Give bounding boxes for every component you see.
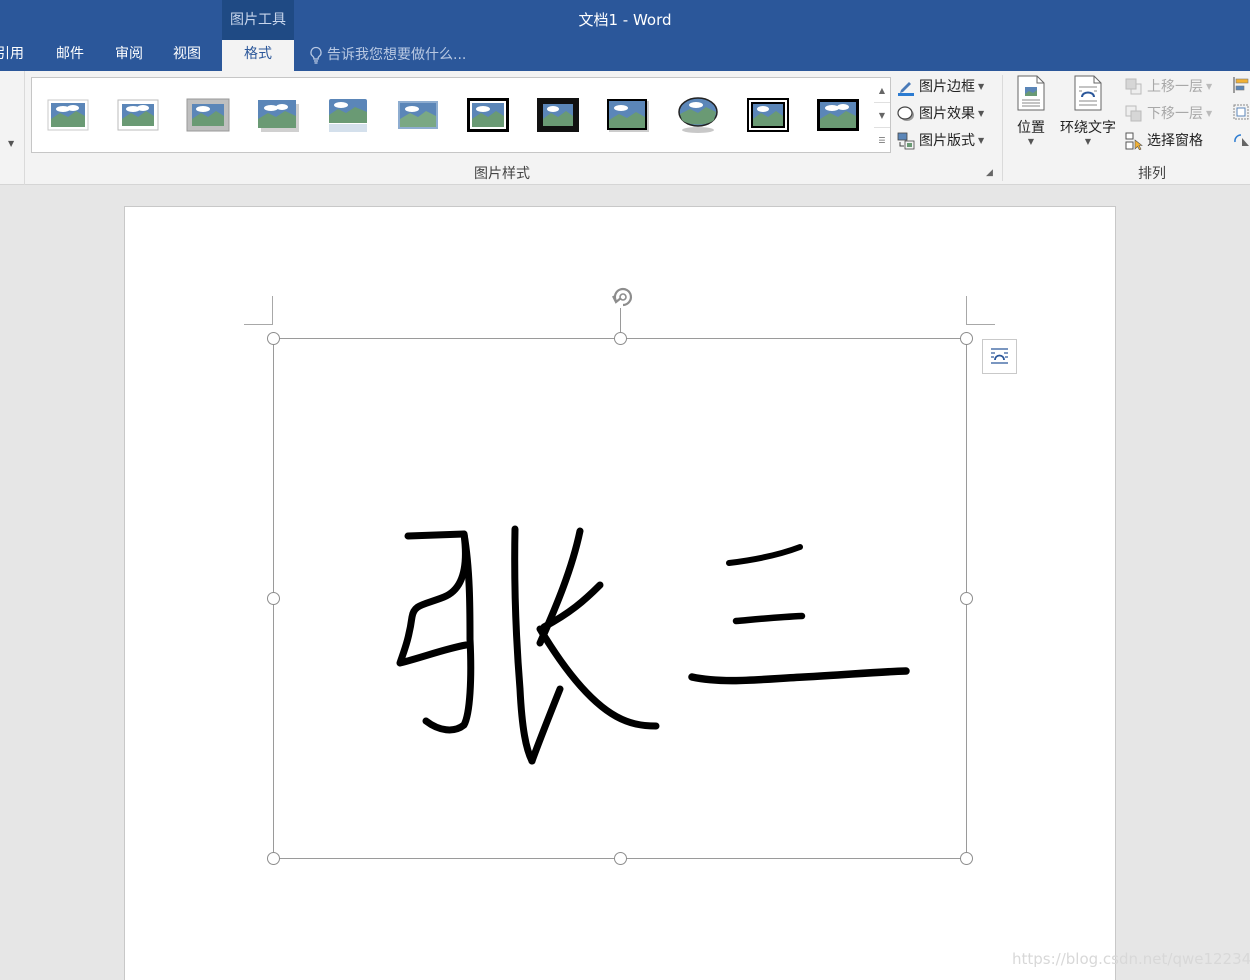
- send-backward-icon: [1125, 105, 1142, 122]
- position-button[interactable]: 位置 ▼: [1012, 75, 1050, 147]
- gallery-expand-icon[interactable]: ☰: [874, 128, 890, 153]
- wrap-text-label: 环绕文字: [1060, 120, 1116, 136]
- picture-styles-gallery: [31, 77, 875, 153]
- send-backward-label: 下移一层: [1147, 106, 1203, 122]
- position-icon: [1017, 75, 1045, 111]
- layout-options-icon: [991, 348, 1008, 364]
- send-backward-button[interactable]: 下移一层 ▼: [1125, 103, 1212, 125]
- tell-me-placeholder: 告诉我您想要做什么...: [327, 47, 467, 63]
- chevron-down-icon: ▼: [978, 109, 985, 118]
- group-separator: [1002, 75, 1003, 181]
- picture-style-12[interactable]: [816, 96, 860, 134]
- chevron-down-icon: ▼: [1084, 137, 1092, 146]
- gallery-scroll-control: ▲ ▼ ☰: [874, 77, 891, 153]
- picture-effects-icon: [897, 106, 914, 121]
- resize-handle-left[interactable]: [267, 592, 280, 605]
- tab-review[interactable]: 审阅: [115, 40, 143, 71]
- picture-layout-icon: [897, 132, 915, 150]
- position-label: 位置: [1017, 120, 1045, 136]
- picture-effects-label: 图片效果: [919, 106, 975, 122]
- tab-references[interactable]: 引用: [0, 40, 24, 71]
- wrap-text-button[interactable]: 环绕文字 ▼: [1058, 75, 1118, 147]
- picture-style-10[interactable]: [676, 96, 720, 134]
- picture-style-3[interactable]: [186, 96, 230, 134]
- chevron-down-icon: ▼: [1206, 82, 1213, 91]
- picture-style-9[interactable]: [606, 96, 650, 134]
- tab-format[interactable]: 格式: [222, 40, 294, 71]
- picture-effects-button[interactable]: 图片效果 ▼: [897, 103, 984, 125]
- resize-handle-bottom[interactable]: [614, 852, 627, 865]
- dialog-launcher-icon[interactable]: ◢: [986, 168, 993, 178]
- picture-layout-label: 图片版式: [919, 133, 975, 149]
- dropdown-arrow-icon[interactable]: ▼: [8, 139, 14, 148]
- resize-handle-top-right[interactable]: [960, 332, 973, 345]
- picture-style-4[interactable]: [256, 96, 300, 134]
- picture-style-7[interactable]: [466, 96, 510, 134]
- watermark-text: https://blog.csdn.net/qwe122343: [1012, 950, 1250, 968]
- picture-style-8[interactable]: [536, 96, 580, 134]
- align-icon[interactable]: [1232, 76, 1250, 94]
- gallery-scroll-down-icon[interactable]: ▼: [874, 103, 890, 128]
- picture-border-button[interactable]: 图片边框 ▼: [897, 76, 984, 98]
- ribbon: ▼ ▲ ▼ ☰ 图片边框 ▼ 图片效果 ▼ 图片版式 ▼ 图片样式 ◢ 位置 ▼…: [0, 71, 1250, 185]
- picture-style-5[interactable]: [326, 96, 370, 134]
- gallery-scroll-up-icon[interactable]: ▲: [874, 78, 890, 103]
- picture-style-11[interactable]: [746, 96, 790, 134]
- bring-forward-button[interactable]: 上移一层 ▼: [1125, 76, 1212, 98]
- rotate-handle-icon[interactable]: [607, 283, 639, 311]
- picture-styles-group-label: 图片样式: [474, 166, 530, 182]
- wrap-text-icon: [1074, 75, 1102, 111]
- chevron-down-icon: ▼: [978, 136, 985, 145]
- chevron-down-icon: ▼: [1027, 137, 1035, 146]
- rotate-objects-icon[interactable]: [1232, 130, 1250, 148]
- title-bar: 图片工具 文档1 - Word: [0, 0, 1250, 40]
- picture-layout-button[interactable]: 图片版式 ▼: [897, 130, 984, 152]
- picture-style-2[interactable]: [116, 96, 160, 134]
- tab-view[interactable]: 视图: [173, 40, 201, 71]
- selection-pane-label: 选择窗格: [1147, 133, 1203, 149]
- group-objects-icon[interactable]: [1232, 103, 1250, 121]
- chevron-down-icon: ▼: [1206, 109, 1213, 118]
- layout-options-button[interactable]: [982, 339, 1017, 374]
- resize-handle-right[interactable]: [960, 592, 973, 605]
- selected-picture[interactable]: [273, 338, 967, 859]
- bring-forward-label: 上移一层: [1147, 79, 1203, 95]
- arrange-group-label: 排列: [1138, 166, 1166, 182]
- window-title: 文档1 - Word: [578, 11, 672, 29]
- ribbon-previous-group: ▼: [0, 71, 25, 185]
- margin-crop-mark: [244, 324, 273, 325]
- picture-style-6[interactable]: [396, 96, 440, 134]
- resize-handle-bottom-left[interactable]: [267, 852, 280, 865]
- bring-forward-icon: [1125, 78, 1142, 95]
- ribbon-tab-bar: 引用 邮件 审阅 视图 格式 告诉我您想要做什么...: [0, 40, 1250, 71]
- picture-border-label: 图片边框: [919, 79, 975, 95]
- resize-handle-top[interactable]: [614, 332, 627, 345]
- tell-me-search[interactable]: 告诉我您想要做什么...: [308, 40, 466, 71]
- margin-crop-mark: [272, 296, 273, 325]
- margin-crop-mark: [966, 324, 995, 325]
- resize-handle-top-left[interactable]: [267, 332, 280, 345]
- lightbulb-icon: [310, 46, 322, 64]
- pen-border-icon: [898, 82, 914, 96]
- selection-pane-icon: [1125, 132, 1143, 151]
- margin-crop-mark: [966, 296, 967, 325]
- selection-pane-button[interactable]: 选择窗格: [1125, 130, 1203, 152]
- picture-style-1[interactable]: [46, 96, 90, 134]
- handwriting-signature-image: [396, 525, 910, 765]
- tab-mailings[interactable]: 邮件: [56, 40, 84, 71]
- chevron-down-icon: ▼: [978, 82, 985, 91]
- resize-handle-bottom-right[interactable]: [960, 852, 973, 865]
